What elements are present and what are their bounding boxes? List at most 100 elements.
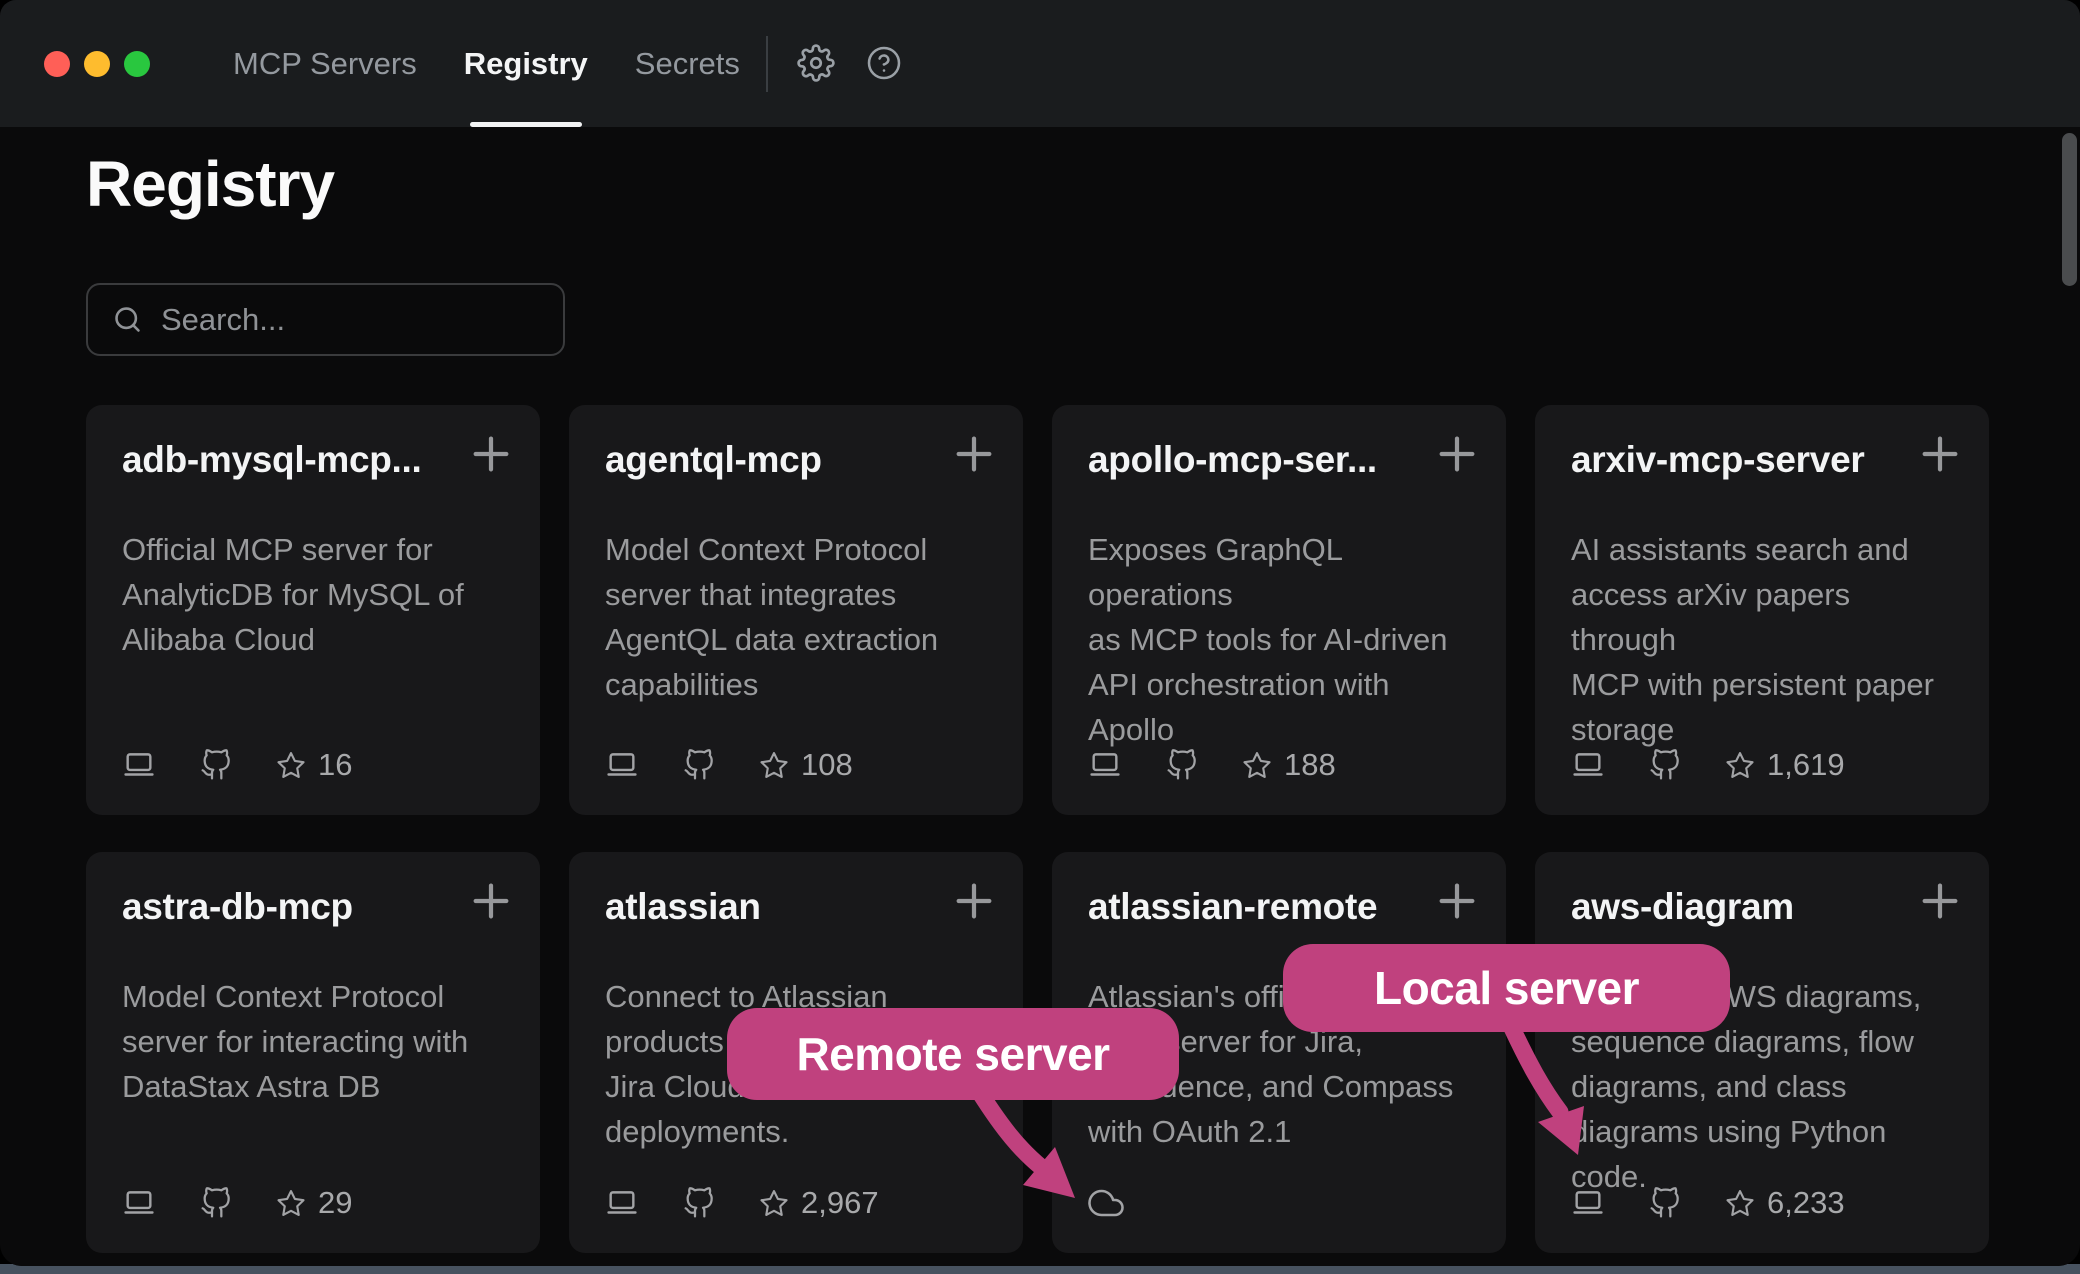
server-card-astra-db-mcp[interactable]: astra-db-mcp Model Context Protocolserve… [86,852,540,1253]
laptop-icon [1571,1186,1605,1220]
description-line: server for interacting with [122,1019,504,1064]
card-footer: 6,233 [1571,1185,1845,1221]
description-line: API orchestration with Apollo [1088,662,1470,752]
tab-label: Secrets [635,46,740,82]
tab-mcp-servers[interactable]: MCP Servers [233,0,417,127]
tab-secrets[interactable]: Secrets [635,0,740,127]
close-window-button[interactable] [44,51,70,77]
star-icon [1725,1188,1755,1218]
card-footer: 29 [122,1185,352,1221]
description-line: DataStax Astra DB [122,1064,504,1109]
github-icon [200,1187,232,1219]
server-card-aws-diagram[interactable]: aws-diagram Generate AWS diagrams,sequen… [1535,852,1989,1253]
laptop-icon [605,748,639,782]
star-count: 2,967 [801,1185,879,1221]
description-line: Exposes GraphQL operations [1088,527,1470,617]
search-box[interactable] [86,283,565,356]
server-name: arxiv-mcp-server [1571,439,1901,481]
laptop-icon [122,748,156,782]
star-count: 188 [1284,747,1336,783]
local-server-callout: Local server [1283,944,1730,1032]
github-stars: 1,619 [1725,747,1845,783]
card-footer: 1,619 [1571,747,1845,783]
add-server-button[interactable] [1434,431,1480,477]
card-footer [1088,1185,1124,1221]
github-stars: 29 [276,1185,352,1221]
github-icon-wrap [683,749,715,781]
add-server-button[interactable] [468,878,514,924]
github-stars: 2,967 [759,1185,879,1221]
callout-label: Local server [1374,961,1639,1015]
laptop-icon [1088,748,1122,782]
zoom-window-button[interactable] [124,51,150,77]
laptop-icon-wrap [605,1186,639,1220]
star-icon [1725,750,1755,780]
server-card-grid: adb-mysql-mcp... Official MCP server for… [86,405,1989,1253]
server-description: Official MCP server forAnalyticDB for My… [122,527,504,662]
search-icon [112,304,143,335]
github-icon [683,749,715,781]
add-server-button[interactable] [951,431,997,477]
add-server-button[interactable] [951,878,997,924]
server-name: apollo-mcp-ser... [1088,439,1418,481]
laptop-icon-wrap [1571,748,1605,782]
laptop-icon-wrap [1571,1186,1605,1220]
titlebar: MCP Servers Registry Secrets [0,0,2080,127]
description-line: Alibaba Cloud [122,617,504,662]
minimize-window-button[interactable] [84,51,110,77]
github-stars: 6,233 [1725,1185,1845,1221]
star-count: 16 [318,747,352,783]
star-count: 108 [801,747,853,783]
description-line: storage [1571,707,1953,752]
add-server-button[interactable] [468,431,514,477]
add-server-button[interactable] [1434,878,1480,924]
server-card-arxiv-mcp-server[interactable]: arxiv-mcp-server AI assistants search an… [1535,405,1989,815]
star-count: 6,233 [1767,1185,1845,1221]
card-footer: 108 [605,747,853,783]
laptop-icon-wrap [122,1186,156,1220]
github-icon [1166,749,1198,781]
server-card-apollo-mcp-ser[interactable]: apollo-mcp-ser... Exposes GraphQL operat… [1052,405,1506,815]
search-input[interactable] [161,302,560,338]
server-card-adb-mysql-mcp[interactable]: adb-mysql-mcp... Official MCP server for… [86,405,540,815]
github-icon [1649,1187,1681,1219]
description-line: access arXiv papers through [1571,572,1953,662]
github-icon-wrap [200,1187,232,1219]
add-server-button[interactable] [1917,878,1963,924]
github-icon-wrap [683,1187,715,1219]
description-line: AI assistants search and [1571,527,1953,572]
description-line: AnalyticDB for MySQL of [122,572,504,617]
page-title: Registry [86,147,334,221]
tab-registry[interactable]: Registry [464,0,588,127]
callout-label: Remote server [796,1027,1109,1081]
github-stars: 16 [276,747,352,783]
github-stars: 108 [759,747,853,783]
description-line: Model Context Protocol [605,527,987,572]
tab-label: Registry [464,46,588,82]
help-icon[interactable] [866,45,902,81]
settings-gear-icon[interactable] [797,44,835,82]
main-tabs: MCP Servers Registry Secrets [233,0,740,127]
server-card-agentql-mcp[interactable]: agentql-mcp Model Context Protocolserver… [569,405,1023,815]
description-line: deployments. [605,1109,987,1154]
server-name: astra-db-mcp [122,886,452,928]
server-description: AI assistants search andaccess arXiv pap… [1571,527,1953,752]
description-line: diagrams, and class [1571,1064,1953,1109]
card-footer: 188 [1088,747,1336,783]
server-description: Model Context Protocolserver for interac… [122,974,504,1109]
star-icon [276,1188,306,1218]
add-server-button[interactable] [1917,431,1963,477]
server-description: Model Context Protocolserver that integr… [605,527,987,707]
star-icon [759,1188,789,1218]
scrollbar-thumb[interactable] [2062,133,2077,286]
laptop-icon-wrap [122,748,156,782]
star-icon [1242,750,1272,780]
github-icon-wrap [200,749,232,781]
github-icon [683,1187,715,1219]
description-line: MCP with persistent paper [1571,662,1953,707]
github-icon-wrap [1649,749,1681,781]
github-icon-wrap [1649,1187,1681,1219]
description-line: Official MCP server for [122,527,504,572]
github-icon [200,749,232,781]
server-name: agentql-mcp [605,439,935,481]
